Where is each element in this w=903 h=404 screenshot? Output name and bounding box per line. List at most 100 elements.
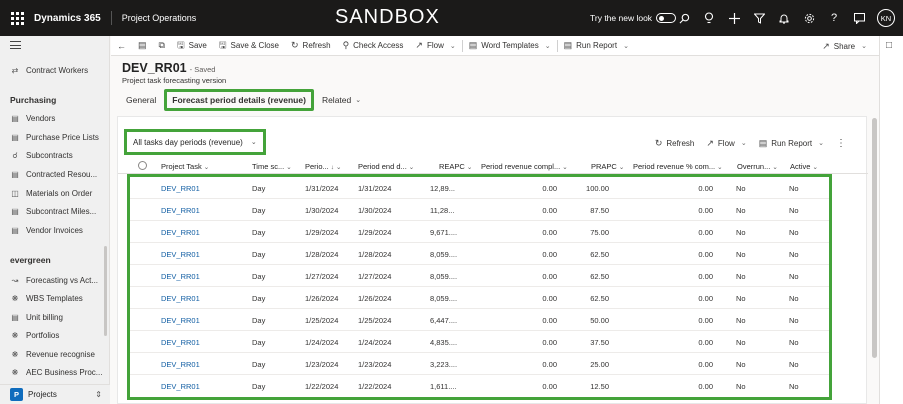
- table-row[interactable]: DEV_RR01 Day 1/26/2024 1/26/2024 8,059..…: [130, 287, 829, 309]
- table-row[interactable]: DEV_RR01 Day 1/31/2024 1/31/2024 12,89..…: [130, 177, 829, 199]
- sidebar-item-vendors[interactable]: ▤ Vendors: [10, 114, 55, 123]
- tab-related[interactable]: Related ⌄: [318, 89, 365, 111]
- table-row[interactable]: DEV_RR01 Day 1/27/2024 1/27/2024 8,059..…: [130, 265, 829, 287]
- sidebar-item-revenue-recognise[interactable]: ❋ Revenue recognise: [10, 350, 95, 359]
- project-task-link[interactable]: DEV_RR01: [161, 250, 200, 259]
- sidebar-item-contract-workers[interactable]: ⇄ Contract Workers: [10, 66, 88, 75]
- hamburger-menu-icon[interactable]: [10, 41, 21, 52]
- filter-icon[interactable]: [752, 11, 766, 25]
- grid-refresh-button[interactable]: ↻ Refresh: [649, 136, 701, 150]
- refresh-button[interactable]: ↻ Refresh: [285, 36, 337, 56]
- sidebar-item-subcontract-milestones[interactable]: ▤ Subcontract Miles...: [10, 207, 96, 216]
- column-header-prapc[interactable]: PRAPC ⌄: [591, 162, 624, 171]
- project-task-link[interactable]: DEV_RR01: [161, 206, 200, 215]
- table-row[interactable]: DEV_RR01 Day 1/28/2024 1/28/2024 8,059..…: [130, 243, 829, 265]
- check-access-button[interactable]: ⚲ Check Access: [337, 36, 410, 56]
- column-header-time-scale[interactable]: Time sc... ⌄: [252, 162, 292, 171]
- save-label: Save: [188, 41, 207, 50]
- project-task-link[interactable]: DEV_RR01: [161, 382, 200, 391]
- prapc-cell: 12.50: [590, 382, 609, 391]
- column-header-period-start[interactable]: Perio... ↓ ⌄: [305, 162, 341, 171]
- grid-flow-button[interactable]: ↗ Flow ⌄: [700, 136, 752, 150]
- plus-icon[interactable]: [727, 11, 741, 25]
- sidebar-item-contracted-resources[interactable]: ▤ Contracted Resou...: [10, 170, 97, 179]
- check-access-icon: ⚲: [342, 40, 350, 50]
- share-button[interactable]: ↗ Share ⌄: [816, 36, 873, 56]
- project-task-link[interactable]: DEV_RR01: [161, 316, 200, 325]
- table-row[interactable]: DEV_RR01 Day 1/22/2024 1/22/2024 1,611..…: [130, 375, 829, 397]
- area-switcher-label: Projects: [28, 390, 57, 399]
- table-row[interactable]: DEV_RR01 Day 1/29/2024 1/29/2024 9,671..…: [130, 221, 829, 243]
- column-header-overrun[interactable]: Overrun... ⌄: [737, 162, 778, 171]
- avatar[interactable]: KN: [877, 9, 895, 27]
- table-row[interactable]: DEV_RR01 Day 1/24/2024 1/24/2024 4,835..…: [130, 331, 829, 353]
- tab-general[interactable]: General: [122, 89, 160, 111]
- save-close-button[interactable]: 🖫 Save & Close: [213, 36, 285, 56]
- flow-button[interactable]: ↗ Flow ⌄: [409, 36, 461, 56]
- column-header-period-revenue-complete[interactable]: Period revenue compl... ⌄: [481, 162, 568, 171]
- project-task-link[interactable]: DEV_RR01: [161, 184, 200, 193]
- column-header-period-end[interactable]: Period end d... ⌄: [358, 162, 414, 171]
- sidebar-item-forecasting[interactable]: ↝ Forecasting vs Act...: [10, 276, 98, 285]
- project-task-link[interactable]: DEV_RR01: [161, 272, 200, 281]
- chevron-down-icon: ⌄: [449, 42, 456, 50]
- period-revenue-complete-cell: 0.00: [542, 184, 557, 193]
- view-selector[interactable]: All tasks day periods (revenue) ⌄: [124, 129, 266, 155]
- column-header-reapc[interactable]: REAPC ⌄: [439, 162, 472, 171]
- chevron-down-icon: ⌄: [408, 164, 415, 171]
- main-scrollbar[interactable]: [872, 118, 877, 358]
- sidebar-item-portfolios[interactable]: ❋ Portfolios: [10, 331, 60, 340]
- bell-icon[interactable]: [777, 11, 791, 25]
- sidebar-item-materials-on-order[interactable]: ◫ Materials on Order: [10, 189, 92, 198]
- chat-icon[interactable]: [852, 11, 866, 25]
- period-start-cell: 1/28/2024: [305, 250, 339, 259]
- back-button[interactable]: ←: [111, 36, 132, 56]
- period-end-cell: 1/26/2024: [358, 294, 392, 303]
- refresh-label: Refresh: [302, 41, 331, 50]
- column-label: Period revenue compl...: [481, 162, 561, 171]
- column-header-active[interactable]: Active ⌄: [790, 162, 818, 171]
- period-revenue-complete-cell: 0.00: [542, 206, 557, 215]
- search-icon[interactable]: [677, 11, 691, 25]
- word-templates-button[interactable]: ▤ Word Templates ⌄: [463, 36, 557, 56]
- prapc-cell: 50.00: [590, 316, 609, 325]
- column-header-project-task[interactable]: Project Task ⌄: [161, 162, 209, 171]
- sidebar-scrollbar[interactable]: [104, 246, 107, 336]
- sidebar-item-label: Vendors: [26, 114, 56, 123]
- run-report-button[interactable]: ▤ Run Report ⌄: [558, 36, 635, 56]
- app-name[interactable]: Dynamics 365: [34, 11, 112, 25]
- area-switcher[interactable]: P Projects ⇕: [0, 384, 110, 404]
- try-new-look-toggle[interactable]: [656, 13, 677, 23]
- sidebar-item-unit-billing[interactable]: ▤ Unit billing: [10, 313, 63, 322]
- popout-button[interactable]: ⧉: [153, 36, 171, 56]
- area-name[interactable]: Project Operations: [112, 13, 197, 23]
- table-row[interactable]: DEV_RR01 Day 1/23/2024 1/23/2024 3,223..…: [130, 353, 829, 375]
- try-new-look[interactable]: Try the new look: [590, 13, 677, 23]
- record-set-button[interactable]: ▤: [132, 36, 153, 56]
- comment-icon[interactable]: □: [886, 40, 892, 51]
- time-scale-cell: Day: [252, 382, 266, 391]
- project-task-link[interactable]: DEV_RR01: [161, 360, 200, 369]
- sidebar-item-subcontracts[interactable]: ☌ Subcontracts: [10, 151, 72, 160]
- tab-forecast-period-details[interactable]: Forecast period details (revenue): [164, 89, 314, 111]
- grid-run-report-button[interactable]: ▤ Run Report ⌄: [753, 136, 830, 150]
- project-task-link[interactable]: DEV_RR01: [161, 294, 200, 303]
- save-button[interactable]: 🖫 Save: [171, 36, 213, 56]
- lightbulb-icon[interactable]: [702, 11, 716, 25]
- sidebar-item-purchase-price-lists[interactable]: ▤ Purchase Price Lists: [10, 133, 99, 142]
- report-icon: ▤: [758, 137, 768, 148]
- gear-icon[interactable]: [802, 11, 816, 25]
- select-all-checkbox[interactable]: [138, 161, 147, 170]
- reapc-cell: 8,059....: [430, 294, 458, 303]
- project-task-link[interactable]: DEV_RR01: [161, 228, 200, 237]
- app-launcher-icon[interactable]: [0, 0, 34, 36]
- sidebar-item-vendor-invoices[interactable]: ▤ Vendor Invoices: [10, 226, 83, 235]
- help-icon[interactable]: ?: [827, 11, 841, 25]
- project-task-link[interactable]: DEV_RR01: [161, 338, 200, 347]
- table-row[interactable]: DEV_RR01 Day 1/30/2024 1/30/2024 11,28..…: [130, 199, 829, 221]
- column-header-period-revenue-percent[interactable]: Period revenue % com... ⌄: [633, 162, 723, 171]
- more-commands-icon[interactable]: ⋮: [830, 138, 852, 149]
- sidebar-item-aec-business-process[interactable]: ❋ AEC Business Proc...: [10, 368, 103, 377]
- sidebar-item-wbs-templates[interactable]: ❋ WBS Templates: [10, 294, 83, 303]
- table-row[interactable]: DEV_RR01 Day 1/25/2024 1/25/2024 6,447..…: [130, 309, 829, 331]
